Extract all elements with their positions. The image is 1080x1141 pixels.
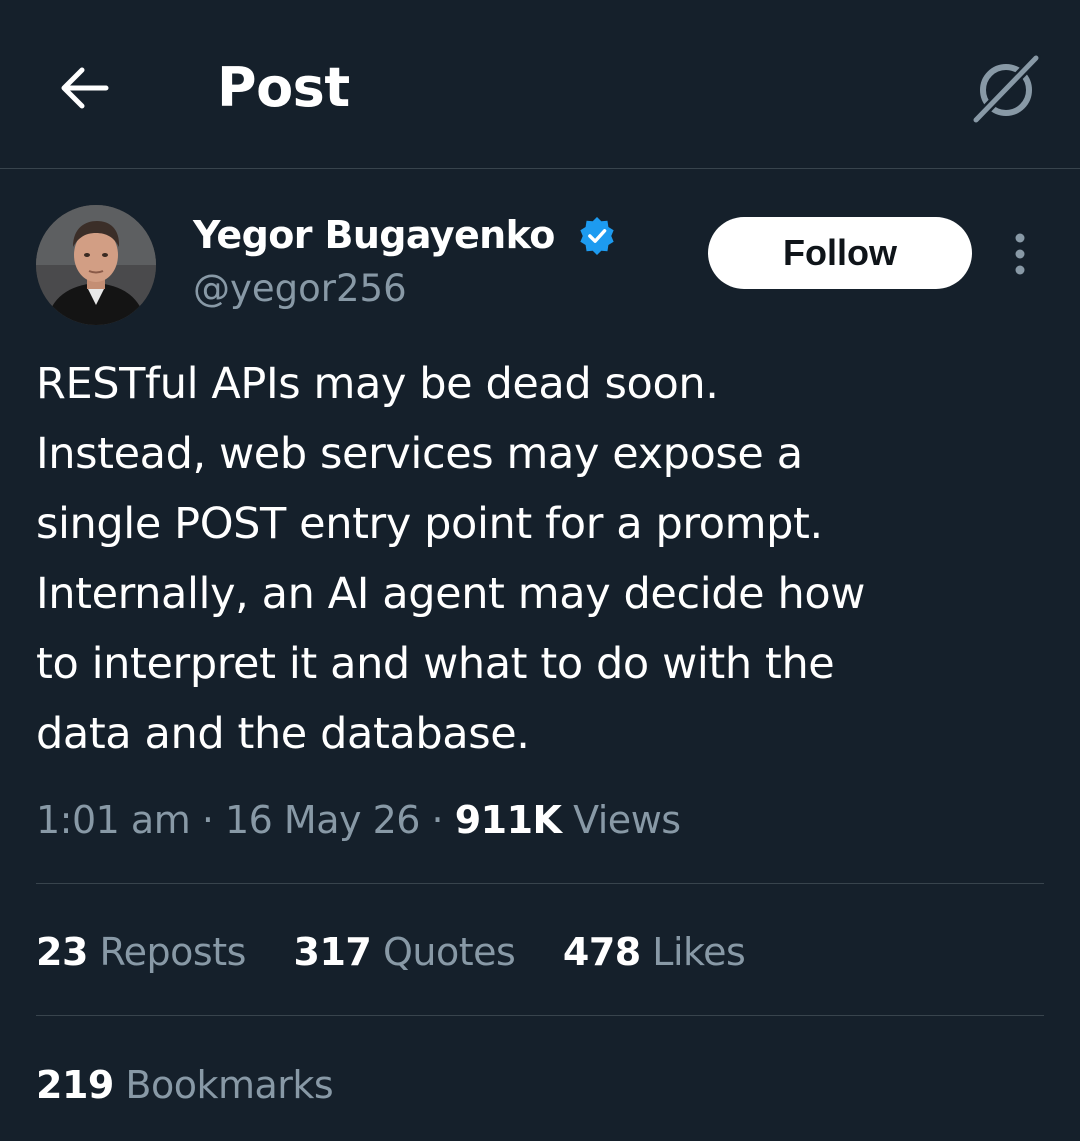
reposts-label: Reposts: [99, 930, 246, 974]
more-vertical-icon: [1015, 233, 1025, 275]
grok-icon: [971, 53, 1041, 124]
likes-stat[interactable]: 478 Likes: [562, 925, 746, 979]
post-text: RESTful APIs may be dead soon. Instead, …: [36, 349, 1046, 769]
back-button[interactable]: [56, 60, 112, 116]
views-count[interactable]: 911K: [455, 798, 562, 842]
quotes-count: 317: [293, 930, 372, 974]
divider: [36, 1015, 1044, 1016]
avatar[interactable]: [36, 205, 156, 325]
post-date[interactable]: 16 May 26: [225, 798, 420, 842]
reposts-count: 23: [36, 930, 88, 974]
page-title: Post: [217, 56, 350, 119]
post-text-line: data and the database.: [36, 709, 530, 759]
meta-separator: ·: [201, 798, 214, 842]
bookmarks-label: Bookmarks: [125, 1063, 334, 1107]
grok-button[interactable]: [968, 50, 1044, 126]
engagement-stats: 23 Reposts 317 Quotes 478 Likes: [36, 925, 781, 979]
divider: [36, 883, 1044, 884]
avatar-photo: [36, 205, 156, 325]
bookmarks-count: 219: [36, 1063, 114, 1107]
post-text-line: Internally, an AI agent may decide how: [36, 569, 866, 619]
post-time[interactable]: 1:01 am: [36, 798, 191, 842]
arrow-left-icon: [61, 67, 109, 109]
post-meta: 1:01 am · 16 May 26 · 911K Views: [36, 793, 681, 847]
top-bar: Post: [0, 0, 1080, 169]
likes-count: 478: [562, 930, 641, 974]
post-text-line: single POST entry point for a prompt.: [36, 499, 823, 549]
author-handle[interactable]: @yegor256: [193, 264, 407, 314]
post-text-line: RESTful APIs may be dead soon.: [36, 359, 719, 409]
quotes-label: Quotes: [382, 930, 516, 974]
verified-badge-icon: [580, 217, 614, 255]
post-text-line: to interpret it and what to do with the: [36, 639, 835, 689]
likes-label: Likes: [652, 930, 746, 974]
more-options-button[interactable]: [998, 225, 1042, 283]
quotes-stat[interactable]: 317 Quotes: [294, 925, 516, 979]
reposts-stat[interactable]: 23 Reposts: [36, 925, 246, 979]
follow-button[interactable]: Follow: [708, 217, 972, 289]
meta-separator: ·: [431, 798, 444, 842]
author-name[interactable]: Yegor Bugayenko: [193, 210, 555, 260]
views-label[interactable]: Views: [573, 798, 681, 842]
post-text-line: Instead, web services may expose a: [36, 429, 803, 479]
bookmarks-stat[interactable]: 219 Bookmarks: [36, 1058, 334, 1112]
